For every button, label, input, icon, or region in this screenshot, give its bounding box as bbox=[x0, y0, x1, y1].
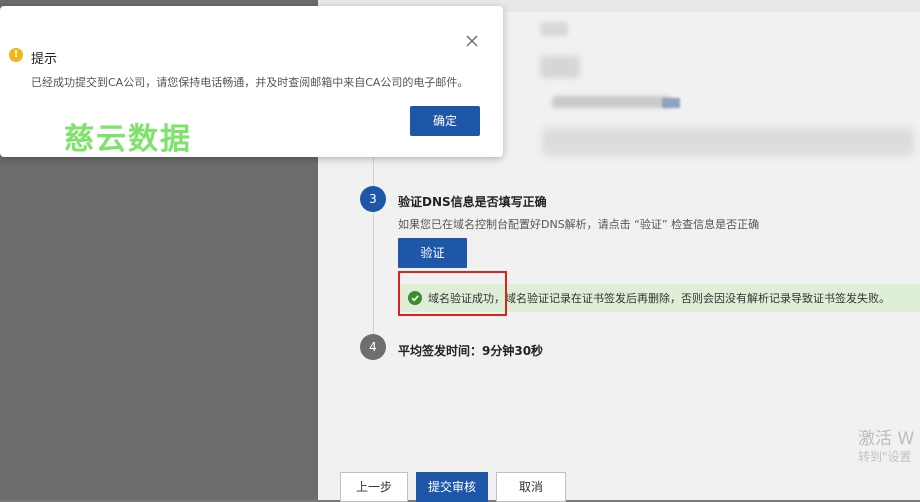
blurred-field bbox=[542, 128, 914, 156]
annotation-highlight-box bbox=[398, 271, 507, 316]
dialog-message: 已经成功提交到CA公司，请您保持电话畅通，并及时查阅邮箱中来自CA公司的电子邮件… bbox=[31, 76, 469, 89]
blurred-field bbox=[540, 56, 580, 78]
step-4-title: 平均签发时间：9分钟30秒 bbox=[398, 344, 544, 358]
prev-step-button[interactable]: 上一步 bbox=[340, 472, 408, 502]
dialog-title: 提示 bbox=[31, 52, 58, 67]
exclamation-circle-icon: ! bbox=[9, 48, 23, 62]
cancel-button[interactable]: 取消 bbox=[496, 472, 566, 502]
close-icon[interactable] bbox=[466, 35, 478, 49]
brand-watermark: 慈云数据 bbox=[64, 122, 192, 157]
blurred-field bbox=[540, 22, 568, 36]
verify-button[interactable]: 验证 bbox=[398, 238, 467, 268]
windows-activation-watermark-sub: 转到"设置 bbox=[858, 450, 912, 464]
step-3-number: 3 bbox=[360, 186, 386, 212]
blurred-field bbox=[662, 98, 680, 108]
windows-activation-watermark: 激活 W bbox=[858, 429, 915, 449]
step-3-description: 如果您已在域名控制台配置好DNS解析，请点击 “验证” 检查信息是否正确 bbox=[398, 218, 760, 231]
prompt-dialog: ! 提示 已经成功提交到CA公司，请您保持电话畅通，并及时查阅邮箱中来自CA公司… bbox=[0, 6, 503, 157]
step-3-title: 验证DNS信息是否填写正确 bbox=[398, 195, 547, 209]
success-message-rest: 域名验证记录在证书签发后再删除，否则会因没有解析记录导致证书签发失败。 bbox=[505, 292, 890, 305]
step-4-number: 4 bbox=[360, 334, 386, 360]
confirm-button[interactable]: 确定 bbox=[410, 106, 480, 136]
blurred-field bbox=[552, 96, 672, 108]
submit-review-button[interactable]: 提交审核 bbox=[416, 472, 488, 502]
